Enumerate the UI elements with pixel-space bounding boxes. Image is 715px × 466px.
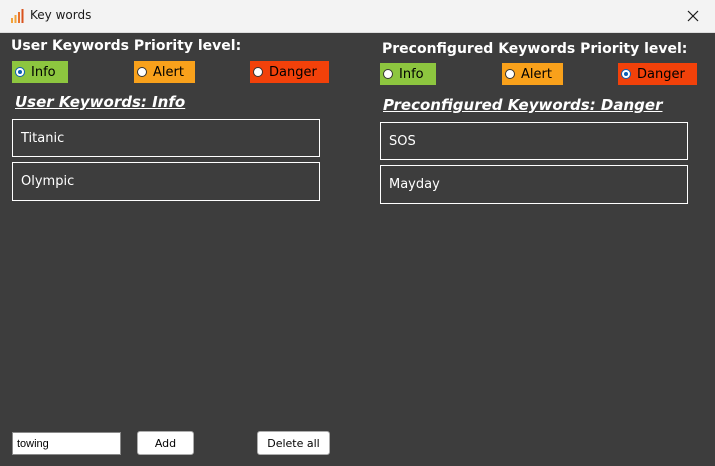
user-keywords-heading: User Keywords: Info [15, 93, 186, 111]
preconfigured-radio-info[interactable]: Info [380, 63, 436, 85]
radio-indicator [253, 67, 263, 77]
radio-label: Alert [521, 66, 552, 82]
preconfigured-keywords-heading: Preconfigured Keywords: Danger [383, 96, 663, 114]
radio-indicator [383, 69, 393, 79]
radio-indicator [137, 67, 147, 77]
keywords-window: Key words User Keywords Priority level: … [0, 0, 715, 466]
radio-label: Info [399, 66, 424, 82]
preconfigured-keyword-item[interactable]: SOS [380, 122, 688, 160]
preconfigured-radio-danger[interactable]: Danger [618, 63, 697, 85]
user-priority-label: User Keywords Priority level: [11, 38, 242, 54]
keyword-input[interactable] [12, 432, 121, 455]
close-button[interactable] [671, 0, 715, 32]
radio-indicator [505, 69, 515, 79]
close-icon [687, 10, 699, 22]
radio-label: Danger [637, 66, 685, 82]
delete-all-button[interactable]: Delete all [257, 431, 330, 455]
radio-indicator [15, 67, 25, 77]
radio-label: Danger [269, 64, 317, 80]
radio-indicator [621, 69, 631, 79]
user-radio-danger[interactable]: Danger [250, 61, 329, 83]
preconfigured-keyword-item[interactable]: Mayday [380, 165, 688, 204]
bar-chart-icon [11, 9, 24, 23]
radio-label: Info [31, 64, 56, 80]
preconfigured-priority-label: Preconfigured Keywords Priority level: [382, 41, 688, 57]
user-radio-info[interactable]: Info [12, 61, 68, 83]
user-keyword-item[interactable]: Titanic [12, 119, 320, 157]
user-radio-alert[interactable]: Alert [134, 61, 195, 83]
preconfigured-radio-alert[interactable]: Alert [502, 63, 563, 85]
user-keyword-item[interactable]: Olympic [12, 162, 320, 201]
window-title: Key words [30, 8, 92, 22]
radio-label: Alert [153, 64, 184, 80]
add-button[interactable]: Add [137, 431, 194, 455]
title-bar: Key words [0, 0, 715, 33]
